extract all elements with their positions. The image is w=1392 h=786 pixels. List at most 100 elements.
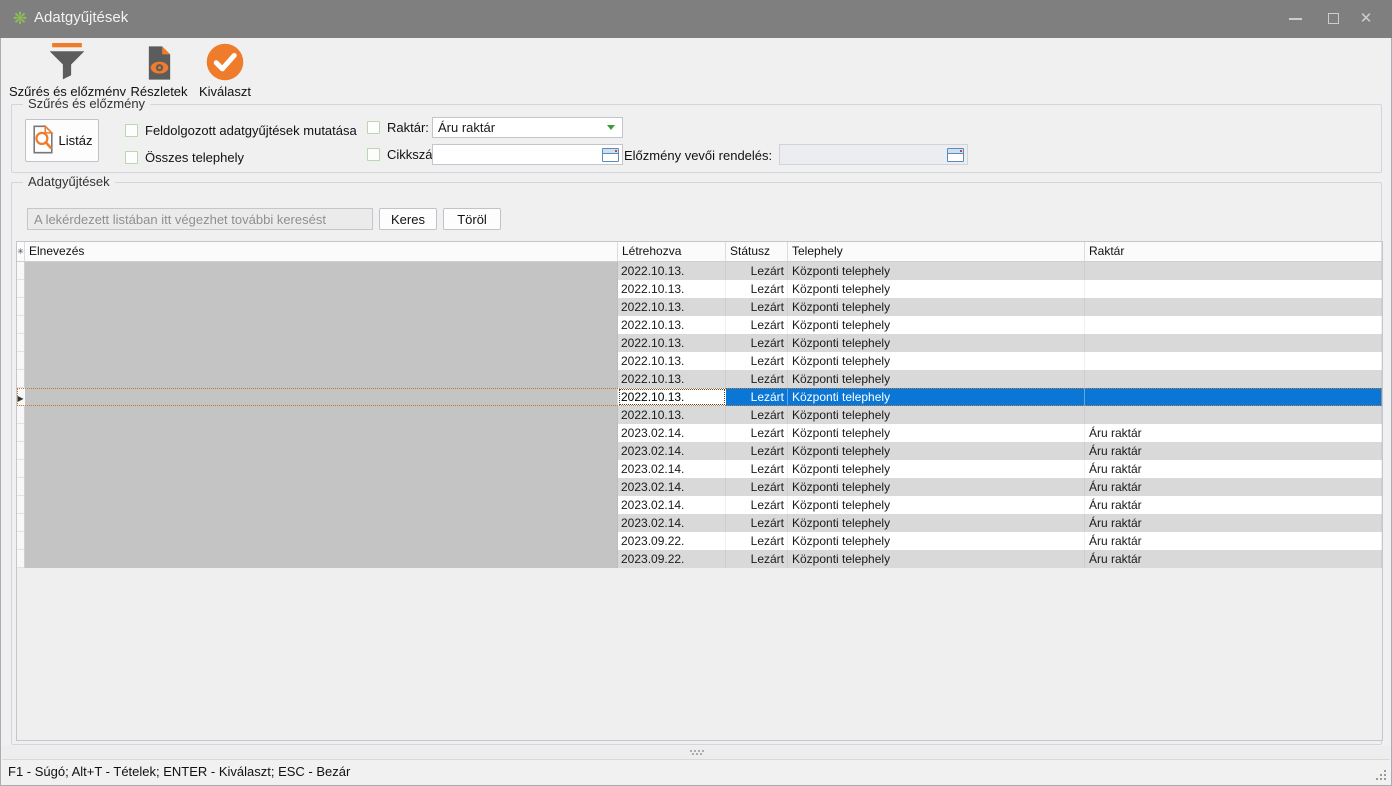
checkbox-box [367, 121, 380, 134]
table-row[interactable]: 2023.02.14.LezártKözponti telephelyÁru r… [17, 442, 1382, 460]
table-row[interactable]: 2022.10.13.LezártKözponti telephely [17, 280, 1382, 298]
cell-elnevezes-redacted [25, 316, 618, 334]
cell-statusz: Lezárt [726, 424, 788, 442]
resize-grip-icon[interactable] [1384, 778, 1386, 780]
history-order-label: Előzmény vevői rendelés: [624, 148, 772, 163]
table-row[interactable]: 2022.10.13.LezártKözponti telephely [17, 262, 1382, 280]
splitter-bar[interactable] [2, 746, 1390, 759]
selected-row-arrow-icon: ▶ [17, 394, 23, 403]
window-body: Szűrés és előzmény Részletek [0, 38, 1392, 786]
splitter-grip-icon [690, 750, 692, 752]
checkbox-all-sites[interactable]: Összes telephely [125, 150, 244, 165]
cell-raktar [1085, 388, 1382, 406]
row-indicator [17, 496, 25, 514]
toolbar-button-select[interactable]: Kiválaszt [193, 41, 257, 99]
grid-header-row: ✳ Elnevezés Létrehozva Státusz Telephely… [17, 242, 1382, 262]
list-button-label: Listáz [59, 133, 93, 148]
cell-letrehozva: 2023.02.14. [618, 424, 726, 442]
cell-letrehozva: 2023.09.22. [618, 532, 726, 550]
filter-funnel-icon [9, 41, 125, 81]
table-row[interactable]: 2023.02.14.LezártKözponti telephelyÁru r… [17, 478, 1382, 496]
table-row[interactable]: 2023.09.22.LezártKözponti telephelyÁru r… [17, 532, 1382, 550]
lookup-window-icon[interactable] [947, 148, 964, 162]
cell-letrehozva: 2023.02.14. [618, 460, 726, 478]
check-circle-icon [193, 41, 257, 81]
minimize-button[interactable] [1282, 0, 1310, 38]
statusbar-hint-text: F1 - Súgó; Alt+T - Tételek; ENTER - Kivá… [8, 764, 350, 779]
list-button[interactable]: Listáz [25, 119, 99, 162]
table-row[interactable]: 2023.02.14.LezártKözponti telephelyÁru r… [17, 514, 1382, 532]
toolbar-button-details[interactable]: Részletek [127, 41, 191, 99]
cell-statusz: Lezárt [726, 478, 788, 496]
cell-telephely: Központi telephely [788, 514, 1085, 532]
cell-elnevezes-redacted [25, 262, 618, 280]
table-row[interactable]: 2023.02.14.LezártKözponti telephelyÁru r… [17, 460, 1382, 478]
cell-raktar [1085, 406, 1382, 424]
cell-elnevezes-redacted [25, 280, 618, 298]
cell-letrehozva: 2022.10.13. [618, 388, 726, 406]
column-header-statusz[interactable]: Státusz [726, 242, 788, 261]
data-grid: ✳ Elnevezés Létrehozva Státusz Telephely… [16, 241, 1383, 741]
cell-letrehozva: 2023.02.14. [618, 496, 726, 514]
cell-letrehozva: 2022.10.13. [618, 334, 726, 352]
cell-statusz: Lezárt [726, 496, 788, 514]
checkbox-warehouse[interactable]: Raktár: [367, 120, 429, 135]
warehouse-combobox[interactable]: Áru raktár [432, 117, 623, 138]
toolbar-label: Kiválaszt [193, 84, 257, 99]
table-row[interactable]: 2022.10.13.LezártKözponti telephely [17, 316, 1382, 334]
item-number-field-wrap [432, 144, 623, 165]
cell-letrehozva: 2022.10.13. [618, 370, 726, 388]
titlebar: ❋ Adatgyűjtések ✕ [0, 0, 1392, 38]
cell-telephely: Központi telephely [788, 388, 1085, 406]
search-input[interactable] [27, 208, 373, 230]
cell-elnevezes-redacted [25, 532, 618, 550]
cell-raktar: Áru raktár [1085, 496, 1382, 514]
cell-statusz: Lezárt [726, 262, 788, 280]
table-row[interactable]: ▶2022.10.13.LezártKözponti telephely [17, 388, 1382, 406]
warehouse-combobox-value: Áru raktár [433, 120, 607, 135]
table-row[interactable]: 2022.10.13.LezártKözponti telephely [17, 370, 1382, 388]
table-row[interactable]: 2022.10.13.LezártKözponti telephely [17, 298, 1382, 316]
column-header-elnevezes[interactable]: Elnevezés [25, 242, 618, 261]
table-row[interactable]: 2022.10.13.LezártKözponti telephely [17, 334, 1382, 352]
cell-elnevezes-redacted [25, 460, 618, 478]
cell-elnevezes-redacted [25, 478, 618, 496]
filter-groupbox-title: Szűrés és előzmény [23, 96, 150, 111]
cell-elnevezes-redacted [25, 496, 618, 514]
cell-raktar: Áru raktár [1085, 478, 1382, 496]
table-row[interactable]: 2023.09.22.LezártKözponti telephelyÁru r… [17, 550, 1382, 568]
grid-rows: 2022.10.13.LezártKözponti telephely2022.… [17, 262, 1382, 568]
column-header-letrehozva[interactable]: Létrehozva [618, 242, 726, 261]
table-row[interactable]: 2022.10.13.LezártKözponti telephely [17, 352, 1382, 370]
search-button[interactable]: Keres [379, 208, 437, 230]
cell-statusz: Lezárt [726, 280, 788, 298]
column-header-raktar[interactable]: Raktár [1085, 242, 1382, 261]
table-row[interactable]: 2023.02.14.LezártKözponti telephelyÁru r… [17, 424, 1382, 442]
document-magnifier-icon [32, 125, 54, 157]
checkbox-show-processed[interactable]: Feldolgozott adatgyűjtések mutatása [125, 123, 357, 138]
lookup-window-icon[interactable] [602, 148, 619, 162]
clear-button[interactable]: Töröl [443, 208, 501, 230]
table-row[interactable]: 2023.02.14.LezártKözponti telephelyÁru r… [17, 496, 1382, 514]
cell-raktar: Áru raktár [1085, 550, 1382, 568]
chevron-down-icon [607, 125, 615, 130]
row-indicator [17, 316, 25, 334]
checkbox-label: Raktár: [387, 120, 429, 135]
item-number-field[interactable] [433, 145, 602, 164]
cell-elnevezes-redacted [25, 298, 618, 316]
window-title: Adatgyűjtések [34, 9, 128, 26]
table-row[interactable]: 2022.10.13.LezártKözponti telephely [17, 406, 1382, 424]
toolbar-button-filter-history[interactable]: Szűrés és előzmény [9, 41, 125, 99]
maximize-button[interactable] [1320, 0, 1348, 38]
history-order-field[interactable] [780, 145, 947, 164]
cell-telephely: Központi telephely [788, 352, 1085, 370]
cell-statusz: Lezárt [726, 406, 788, 424]
row-indicator [17, 514, 25, 532]
column-header-telephely[interactable]: Telephely [788, 242, 1085, 261]
cell-raktar [1085, 370, 1382, 388]
cell-letrehozva: 2022.10.13. [618, 316, 726, 334]
close-button[interactable]: ✕ [1352, 0, 1380, 38]
cell-raktar: Áru raktár [1085, 532, 1382, 550]
row-indicator [17, 406, 25, 424]
cell-raktar: Áru raktár [1085, 460, 1382, 478]
